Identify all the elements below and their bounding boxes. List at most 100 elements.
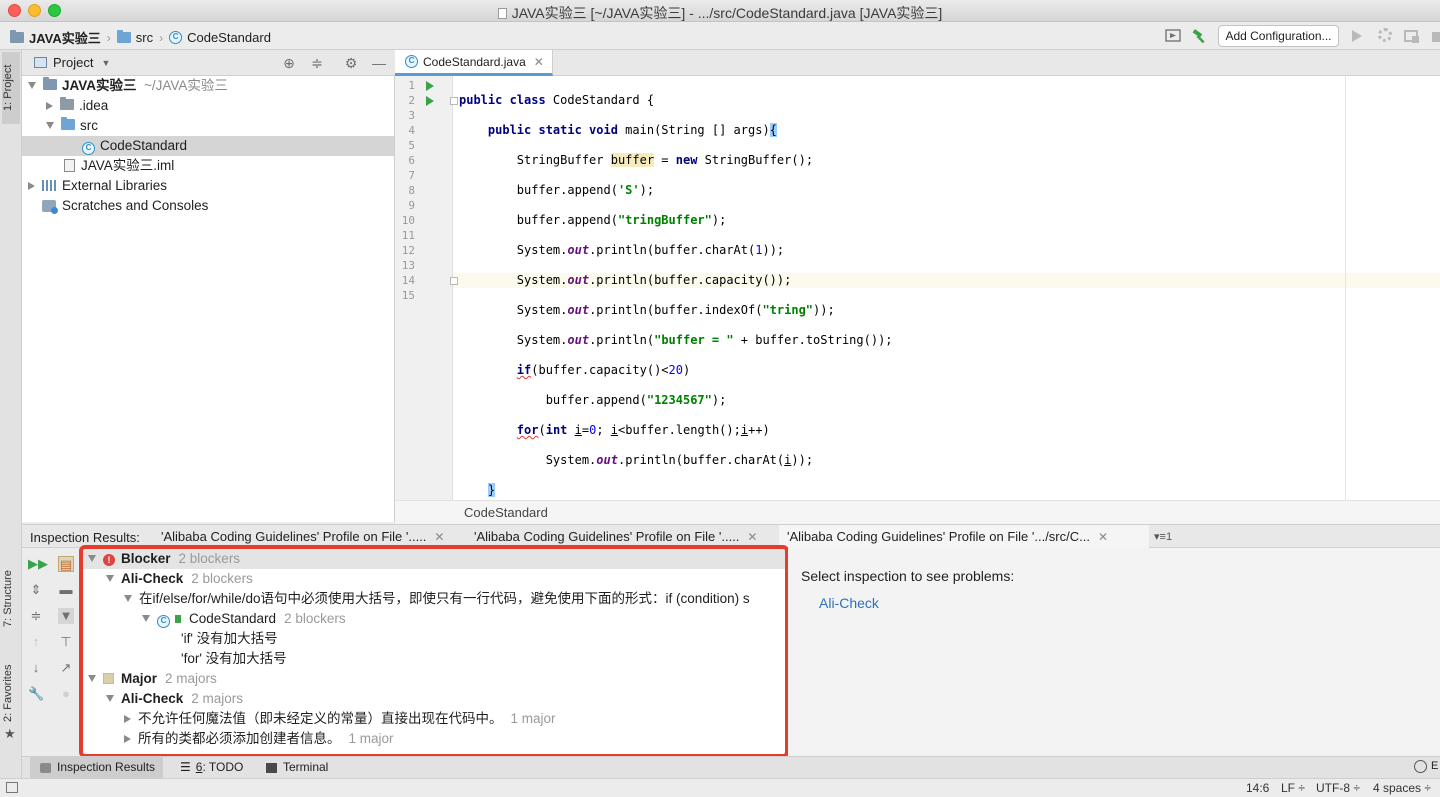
next-problem-icon[interactable]: ↓	[28, 660, 44, 676]
collapse-all-icon[interactable]: ≑	[309, 55, 325, 71]
tab-codestandard-java[interactable]: C CodeStandard.java ✕	[395, 50, 553, 76]
close-tab-icon[interactable]: ✕	[747, 530, 757, 544]
tree-row-blocker-check[interactable]: Ali-Check 2 blockers	[80, 569, 786, 589]
favorites-tool-tab[interactable]: 2: Favorites	[2, 654, 20, 732]
module-file-icon	[64, 159, 75, 172]
lightbulb-icon[interactable]: ●	[58, 686, 74, 702]
file-encoding[interactable]: UTF-8 ÷	[1316, 781, 1360, 795]
code-editor[interactable]: 1 2 3 4 5 6 7 8 9 10 11 12 13 14 15 public class CodeS…	[395, 76, 1440, 527]
tree-item-scratches[interactable]: Scratches and Consoles	[22, 196, 394, 216]
open-source-icon[interactable]: ↗	[58, 660, 74, 676]
coverage-icon[interactable]	[1403, 26, 1421, 46]
tree-row-magic-value-rule[interactable]: 不允许任何魔法值（即未经定义的常量）直接出现在代码中。 1 major	[80, 709, 786, 729]
event-log-label[interactable]: E	[1431, 760, 1438, 772]
tree-item-idea[interactable]: .idea	[22, 96, 394, 116]
export-icon[interactable]: ⊤	[58, 634, 74, 650]
chevron-down-icon[interactable]	[124, 595, 132, 602]
chevron-right-icon[interactable]	[28, 182, 35, 190]
inspection-tab-1[interactable]: 'Alibaba Coding Guidelines' Profile on F…	[153, 525, 455, 548]
close-tab-icon[interactable]: ✕	[1098, 530, 1108, 544]
source-marker-icon	[175, 615, 181, 623]
project-view-selector[interactable]: Project ▼	[34, 55, 110, 70]
tree-item-external-libraries[interactable]: External Libraries	[22, 176, 394, 196]
chevron-down-icon[interactable]	[142, 615, 150, 622]
panel-toggle-icon[interactable]	[6, 782, 18, 793]
tree-row-author-rule[interactable]: 所有的类都必须添加创建者信息。 1 major	[80, 729, 786, 749]
tree-row-major-check[interactable]: Ali-Check 2 majors	[80, 689, 786, 709]
inspection-tab-3[interactable]: 'Alibaba Coding Guidelines' Profile on F…	[779, 525, 1149, 548]
tab-inspection-results[interactable]: Inspection Results	[30, 757, 164, 778]
breadcrumb-src[interactable]: src	[136, 30, 153, 45]
stop-icon[interactable]	[1430, 26, 1440, 46]
inspection-tab-2[interactable]: 'Alibaba Coding Guidelines' Profile on F…	[466, 525, 768, 548]
tree-row-blocker[interactable]: ! Blocker 2 blockers	[80, 549, 786, 569]
inspection-label: Inspection Results:	[30, 530, 140, 545]
run-icon[interactable]	[1352, 30, 1362, 42]
line-separator[interactable]: LF ÷	[1281, 781, 1305, 795]
chevron-right-icon: ›	[106, 30, 111, 45]
chevron-down-icon[interactable]	[28, 82, 36, 89]
run-class-icon[interactable]	[426, 81, 434, 91]
event-log-icon[interactable]	[1414, 760, 1427, 773]
run-window-icon[interactable]	[1165, 26, 1181, 46]
chevron-down-icon[interactable]	[46, 122, 54, 129]
structure-tool-tab[interactable]: 7: Structure	[2, 558, 20, 640]
status-bar: 14:6 LF ÷ UTF-8 ÷ 4 spaces ÷	[0, 778, 1440, 797]
chevron-down-icon[interactable]	[88, 555, 96, 562]
project-panel-header: Project ▼ ⊕ ≑ ⚙ —	[22, 50, 395, 76]
collapse-all-icon[interactable]: ≑	[28, 608, 44, 624]
chevron-down-icon[interactable]	[106, 695, 114, 702]
class-icon: C	[157, 615, 170, 628]
tree-item-codestandard[interactable]: C CodeStandard	[22, 136, 394, 156]
indent-setting[interactable]: 4 spaces ÷	[1373, 781, 1431, 795]
hide-panel-icon[interactable]: —	[371, 55, 387, 71]
build-hammer-icon[interactable]	[1191, 26, 1209, 46]
ali-check-link[interactable]: Ali-Check	[819, 595, 879, 611]
tree-item-project-root[interactable]: JAVA实验三 ~/JAVA实验三	[22, 76, 394, 96]
title-bar: JAVA实验三 [~/JAVA实验三] - .../src/CodeStanda…	[0, 0, 1440, 22]
tree-row-issue-if[interactable]: 'if' 没有加大括号	[80, 629, 786, 649]
class-icon: C	[82, 142, 95, 155]
previous-problem-icon[interactable]: ↑	[28, 634, 44, 650]
tree-item-iml[interactable]: JAVA实验三.iml	[22, 156, 394, 176]
tree-item-src[interactable]: src	[22, 116, 394, 136]
caret-position[interactable]: 14:6	[1246, 781, 1269, 795]
group-by-directory-icon[interactable]: ▬	[58, 582, 74, 598]
gear-icon[interactable]: ⚙	[343, 55, 359, 71]
add-configuration-button[interactable]: Add Configuration...	[1218, 25, 1339, 47]
tab-list-icon: ▾≡	[1154, 531, 1166, 543]
fold-icon[interactable]	[450, 277, 458, 285]
chevron-right-icon[interactable]	[124, 715, 131, 723]
wrench-icon[interactable]: 🔧	[28, 686, 44, 702]
line-number: 6	[408, 154, 415, 167]
expand-all-icon[interactable]: ⇕	[28, 582, 44, 598]
tab-terminal[interactable]: Terminal	[256, 757, 336, 778]
chevron-down-icon[interactable]	[88, 675, 96, 682]
chevron-right-icon[interactable]	[124, 735, 131, 743]
editor-breadcrumb[interactable]: CodeStandard	[464, 505, 548, 520]
group-by-severity-icon[interactable]: ▤	[58, 556, 74, 572]
tab-todo[interactable]: ☰ 6: TODO	[170, 757, 251, 778]
debug-icon[interactable]	[1378, 28, 1392, 42]
rerun-icon[interactable]: ▶▶	[28, 556, 48, 572]
close-tab-icon[interactable]: ✕	[434, 530, 444, 544]
chevron-right-icon[interactable]	[46, 102, 53, 110]
breadcrumb-class[interactable]: CodeStandard	[187, 30, 271, 45]
run-main-icon[interactable]	[426, 96, 434, 106]
breadcrumb: JAVA实验三 › src › C CodeStandard	[10, 28, 271, 47]
todo-list-icon: ☰	[180, 760, 191, 774]
code-content: public class CodeStandard { public stati…	[459, 93, 893, 527]
project-tool-tab[interactable]: 1: Project	[2, 52, 20, 124]
breadcrumb-project[interactable]: JAVA实验三	[29, 28, 101, 47]
chevron-down-icon[interactable]	[106, 575, 114, 582]
tab-list-dropdown[interactable]: ▾≡1	[1154, 530, 1172, 543]
locate-icon[interactable]: ⊕	[281, 55, 297, 71]
tree-row-major[interactable]: Major 2 majors	[80, 669, 786, 689]
tree-row-braces-rule[interactable]: 在if/else/for/while/do语句中必须使用大括号，即使只有一行代码…	[80, 589, 786, 609]
filter-icon[interactable]: ▼	[58, 608, 74, 624]
close-tab-icon[interactable]: ✕	[534, 55, 544, 69]
tree-row-issue-for[interactable]: 'for' 没有加大括号	[80, 649, 786, 669]
tree-row-file[interactable]: C CodeStandard 2 blockers	[80, 609, 786, 629]
line-number: 9	[408, 199, 415, 212]
fold-icon[interactable]	[450, 97, 458, 105]
